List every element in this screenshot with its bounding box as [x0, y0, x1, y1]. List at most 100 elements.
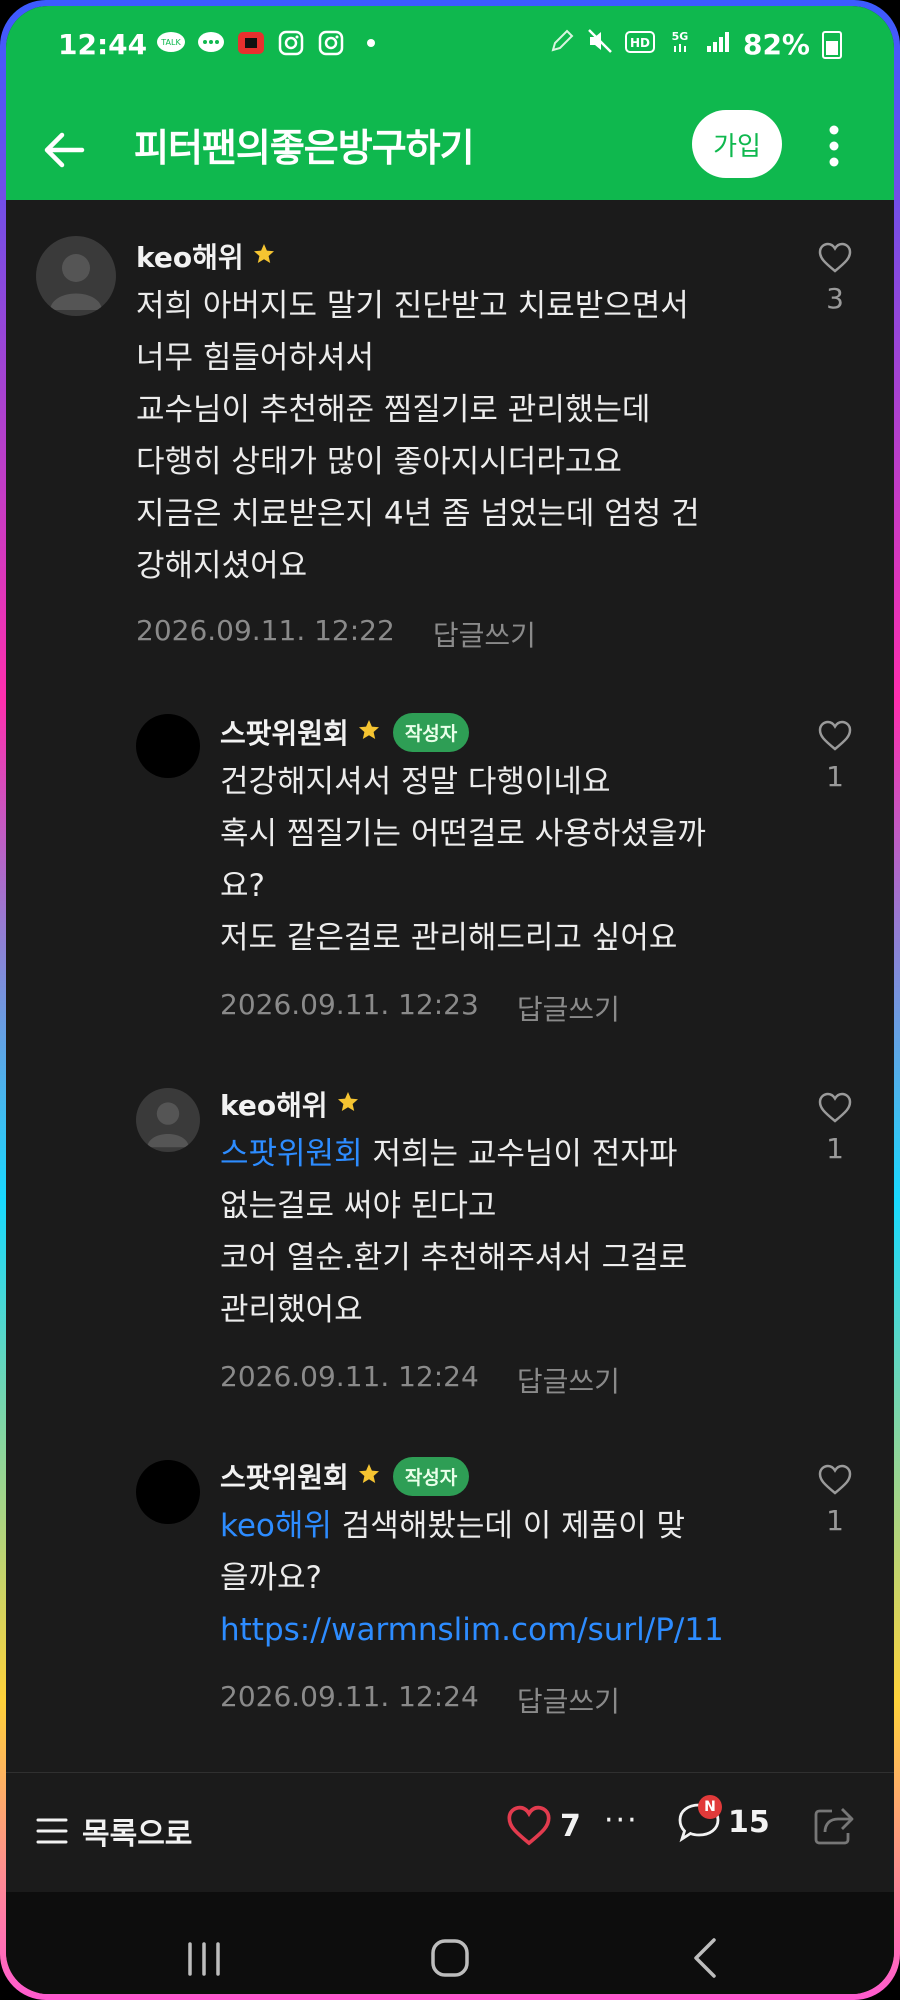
arrow-left-icon [44, 132, 85, 168]
system-back-button[interactable] [690, 1936, 720, 1984]
comment-text: 저희는 교수님이 전자파 [362, 1136, 678, 1172]
svg-text:HD: HD [630, 36, 650, 50]
more-options-button[interactable]: ··· [604, 1803, 639, 1838]
author-name[interactable]: 스팟위원회 [220, 1456, 349, 1496]
comment-body: 건강해지셔서 정말 다행이네요 혹시 찜질기는 어떤걸로 사용하셨을까 요? 저… [220, 756, 790, 964]
status-bar: 12:44 TALK HD 5G 82% [6, 6, 894, 98]
author-name[interactable]: keo해위 [220, 1084, 328, 1124]
heart-outline-icon [507, 1805, 551, 1846]
device-frame: 12:44 TALK HD 5G 82% 피터팬의좋은방구하기 가입 keo해위… [0, 0, 900, 2000]
comment-count: 15 [728, 1804, 770, 1840]
reply-button[interactable]: 답글쓰기 [433, 614, 536, 654]
author-name[interactable]: keo해위 [136, 236, 244, 276]
comment-line: 관리했어요 [220, 1292, 363, 1328]
talk-icon: TALK [156, 30, 186, 56]
mute-icon [587, 28, 613, 61]
battery-percent: 82% [742, 28, 810, 61]
comment-text: 검색해봤는데 이 제품이 맞 [331, 1508, 686, 1544]
recent-apps-icon [188, 1942, 220, 1976]
like-button[interactable]: 1 [810, 720, 860, 793]
like-button[interactable]: 1 [810, 1092, 860, 1165]
status-right: HD 5G 82% [549, 28, 842, 61]
heart-outline-icon [818, 1464, 852, 1495]
reply-button[interactable]: 답글쓰기 [517, 1360, 620, 1400]
comment-line: 스팟위원회 저희는 교수님이 전자파 [220, 1128, 790, 1180]
avatar[interactable] [136, 1088, 200, 1152]
more-vertical-icon [829, 125, 839, 167]
avatar[interactable] [136, 1460, 200, 1524]
comment-line: 저희 아버지도 말기 진단받고 치료받으면서 [136, 288, 689, 324]
reply-button[interactable]: 답글쓰기 [517, 988, 620, 1028]
reply-button[interactable]: 답글쓰기 [517, 1680, 620, 1720]
comment-body: keo해위 검색해봤는데 이 제품이 맞 을까요? https://warmns… [220, 1500, 820, 1656]
comment-meta: 2026.09.11. 12:22 답글쓰기 [136, 614, 536, 654]
like-count: 1 [826, 1504, 844, 1537]
timestamp: 2026.09.11. 12:24 [220, 1360, 479, 1393]
like-button[interactable]: 3 [810, 242, 860, 315]
back-button[interactable] [36, 122, 92, 178]
notification-icons: TALK [156, 30, 386, 56]
url-link[interactable]: https://warmnslim.com/surl/P/11 [220, 1604, 820, 1656]
comment-line: 코어 열순.환기 추천해주셔서 그걸로 [220, 1240, 688, 1276]
svg-text:TALK: TALK [160, 38, 181, 47]
share-button[interactable] [812, 1803, 856, 1851]
comments-button[interactable]: N 15 [676, 1795, 770, 1843]
comment-line: 너무 힘들어하셔서 [136, 340, 375, 376]
comment-body: 스팟위원회 저희는 교수님이 전자파 없는걸로 써야 된다고 코어 열순.환기 … [220, 1128, 790, 1336]
default-avatar-icon [147, 1102, 189, 1148]
comment-line: 을까요? [220, 1560, 323, 1596]
new-badge: N [698, 1795, 722, 1819]
menu-icon [36, 1818, 68, 1844]
star-icon [336, 1090, 360, 1118]
like-count: 1 [826, 1132, 844, 1165]
comment-bubble-icon: N [676, 1795, 722, 1843]
comment-header: 스팟위원회 작성자 [220, 712, 470, 752]
comment-line: keo해위 검색해봤는데 이 제품이 맞 [220, 1500, 820, 1552]
svg-text:5G: 5G [672, 30, 689, 43]
home-icon [431, 1939, 469, 1977]
app-header: 피터팬의좋은방구하기 가입 [6, 98, 894, 200]
comment-line: 건강해지셔서 정말 다행이네요 [220, 764, 611, 800]
like-button[interactable]: 1 [810, 1464, 860, 1537]
post-like-button[interactable]: 7 [506, 1805, 581, 1847]
join-button[interactable]: 가입 [692, 110, 782, 178]
battery-icon [822, 30, 842, 59]
bottom-action-bar: 목록으로 7 ··· N 15 [6, 1772, 894, 1893]
5g-icon: 5G [667, 28, 693, 61]
comment-meta: 2026.09.11. 12:23 답글쓰기 [220, 988, 620, 1028]
comment-line: 강해지셨어요 [136, 548, 308, 584]
comment-meta: 2026.09.11. 12:24 답글쓰기 [220, 1360, 620, 1400]
author-badge: 작성자 [392, 712, 470, 752]
avatar[interactable] [136, 714, 200, 778]
back-to-list-button[interactable]: 목록으로 [36, 1809, 192, 1853]
avatar[interactable] [36, 236, 116, 316]
system-nav-bar [6, 1892, 894, 1994]
timestamp: 2026.09.11. 12:24 [220, 1680, 479, 1713]
mention-link[interactable]: 스팟위원회 [220, 1136, 363, 1172]
comment-header: keo해위 [220, 1084, 360, 1124]
instagram-icon [276, 30, 306, 56]
timestamp: 2026.09.11. 12:23 [220, 988, 479, 1021]
status-time: 12:44 [58, 28, 148, 61]
mention-link[interactable]: keo해위 [220, 1508, 332, 1544]
chat-bubble-icon [196, 30, 226, 56]
home-button[interactable] [430, 1938, 470, 1982]
star-icon [357, 1462, 381, 1490]
like-count: 1 [826, 760, 844, 793]
hd-icon: HD [624, 28, 655, 61]
author-name[interactable]: 스팟위원회 [220, 712, 349, 752]
comment-body: 저희 아버지도 말기 진단받고 치료받으면서 너무 힘들어하셔서 교수님이 추천… [136, 280, 776, 592]
comment-line: 혹시 찜질기는 어떤걸로 사용하셨을까 [220, 816, 706, 852]
red-app-icon [236, 30, 266, 56]
comment-line: 지금은 치료받은지 4년 좀 넘었는데 엄청 건 [136, 496, 700, 532]
star-icon [357, 718, 381, 746]
recent-apps-button[interactable] [184, 1940, 224, 1982]
screen: 12:44 TALK HD 5G 82% 피터팬의좋은방구하기 가입 keo해위… [6, 6, 894, 1994]
comment-line: 교수님이 추천해준 찜질기로 관리했는데 [136, 392, 651, 428]
timestamp: 2026.09.11. 12:22 [136, 614, 395, 647]
comment-line: 없는걸로 써야 된다고 [220, 1188, 497, 1224]
more-button[interactable] [814, 116, 854, 176]
heart-outline-icon [818, 242, 852, 273]
star-icon [252, 242, 276, 270]
like-count: 3 [826, 282, 844, 315]
